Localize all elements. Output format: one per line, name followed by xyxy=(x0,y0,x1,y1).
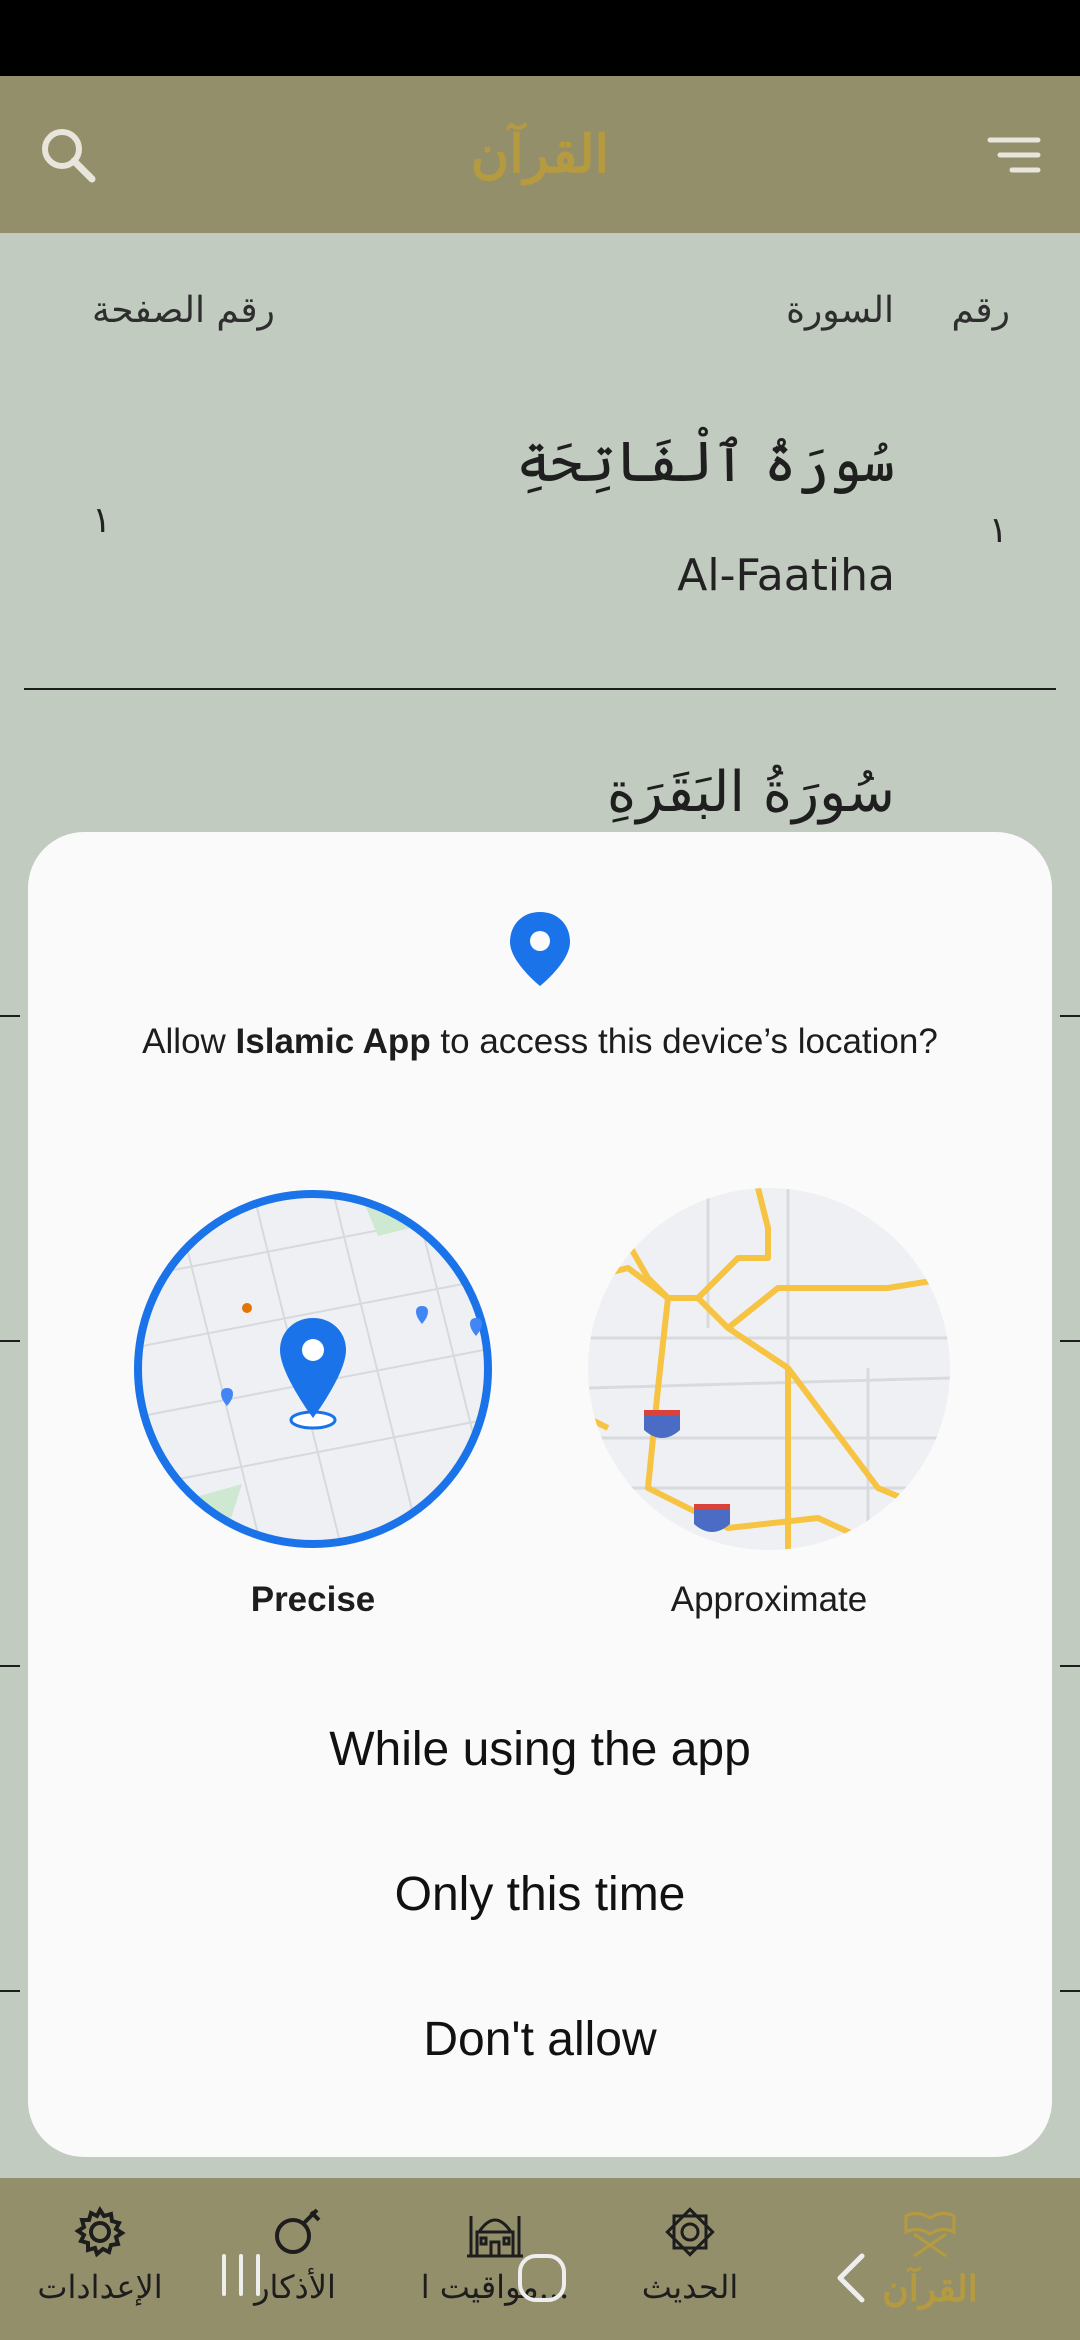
precise-label: Precise xyxy=(250,1580,376,1619)
only-this-time-button[interactable]: Only this time xyxy=(28,1867,1052,1922)
location-pin-icon xyxy=(510,912,570,986)
precise-option[interactable]: Precise xyxy=(128,1188,498,1620)
location-permission-dialog: Allow Islamic App to access this device’… xyxy=(28,832,1052,2157)
precise-map-icon xyxy=(134,1190,492,1548)
dialog-title: Allow Islamic App to access this device’… xyxy=(142,1022,938,1061)
while-using-app-button[interactable]: While using the app xyxy=(28,1722,1052,1777)
approximate-option[interactable]: Approximate xyxy=(584,1188,954,1620)
approximate-map-icon xyxy=(588,1188,950,1550)
approximate-label: Approximate xyxy=(670,1580,868,1619)
dont-allow-button[interactable]: Don't allow xyxy=(28,2012,1052,2067)
app-name: Islamic App xyxy=(235,1022,431,1061)
